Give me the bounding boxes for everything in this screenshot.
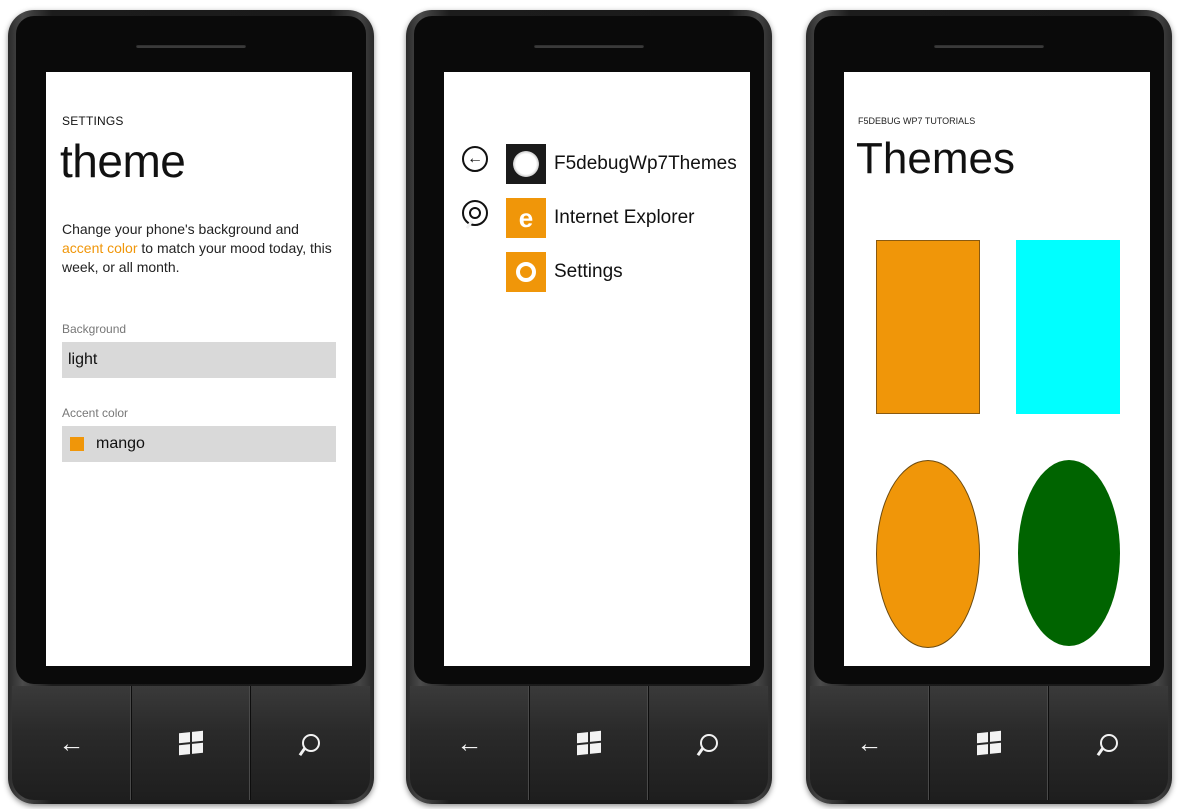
phone-speaker [534,44,644,48]
phone-themes: F5DEBUG WP7 TUTORIALS Themes ← [806,10,1172,804]
phone-speaker [934,44,1044,48]
windows-logo-icon [977,730,1001,756]
start-button[interactable] [530,686,650,800]
search-button[interactable] [649,686,768,800]
phone-bezel: SETTINGS theme Change your phone's backg… [16,16,366,684]
search-icon [301,734,320,752]
hardware-buttons: ← [12,686,370,800]
settings-gear-icon [506,252,546,292]
back-button[interactable]: ← [810,686,930,800]
app-label: Settings [554,261,623,282]
back-button[interactable]: ← [12,686,132,800]
ie-icon: e [506,198,546,238]
background-value: light [68,351,98,368]
phone-bezel: ← F5debugWp7Themes e Internet Explorer S… [414,16,764,684]
page-title: theme [60,135,186,187]
back-button[interactable]: ← [410,686,530,800]
background-label: Background [62,322,127,336]
description-text: Change your phone's background and [62,221,299,237]
app-label: Internet Explorer [554,207,695,228]
search-button[interactable] [251,686,370,800]
windows-logo-icon [179,730,203,756]
start-button[interactable] [132,686,252,800]
back-arrow-icon: ← [856,727,883,758]
settings-screen: SETTINGS theme Change your phone's backg… [46,72,352,666]
orange-ellipse [876,460,980,648]
app-icon [506,144,546,184]
phone-launcher: ← F5debugWp7Themes e Internet Explorer S… [406,10,772,804]
theme-description: Change your phone's background and accen… [62,220,332,277]
green-ellipse [1018,460,1120,646]
hardware-buttons: ← [410,686,768,800]
accent-swatch [70,437,84,451]
app-list-screen: ← F5debugWp7Themes e Internet Explorer S… [444,72,750,666]
page-title: Themes [856,134,1015,183]
search-icon [1099,734,1118,752]
search-circle-icon[interactable] [462,200,488,226]
accent-value: mango [96,435,145,452]
back-arrow-icon: ← [456,727,483,758]
back-circle-icon[interactable]: ← [462,146,488,172]
app-list-item[interactable]: Settings [506,250,623,294]
orange-rectangle [876,240,980,414]
back-arrow-icon: ← [58,727,85,758]
phone-settings: SETTINGS theme Change your phone's backg… [8,10,374,804]
start-button[interactable] [930,686,1050,800]
page-subtitle: SETTINGS [62,114,124,128]
phone-speaker [136,44,246,48]
windows-logo-icon [577,730,601,756]
themes-screen: F5DEBUG WP7 TUTORIALS Themes [844,72,1150,666]
accent-label: Accent color [62,406,129,420]
search-icon [699,734,718,752]
background-picker[interactable]: light [62,342,336,378]
app-label: F5debugWp7Themes [554,153,737,174]
accent-color-link[interactable]: accent color [62,240,137,256]
accent-color-picker[interactable]: mango [62,426,336,462]
app-subtitle: F5DEBUG WP7 TUTORIALS [858,116,976,126]
search-button[interactable] [1049,686,1168,800]
app-list-item[interactable]: F5debugWp7Themes [506,142,737,186]
app-list-item[interactable]: e Internet Explorer [506,196,694,240]
cyan-rectangle [1016,240,1120,414]
hardware-buttons: ← [810,686,1168,800]
phone-bezel: F5DEBUG WP7 TUTORIALS Themes [814,16,1164,684]
